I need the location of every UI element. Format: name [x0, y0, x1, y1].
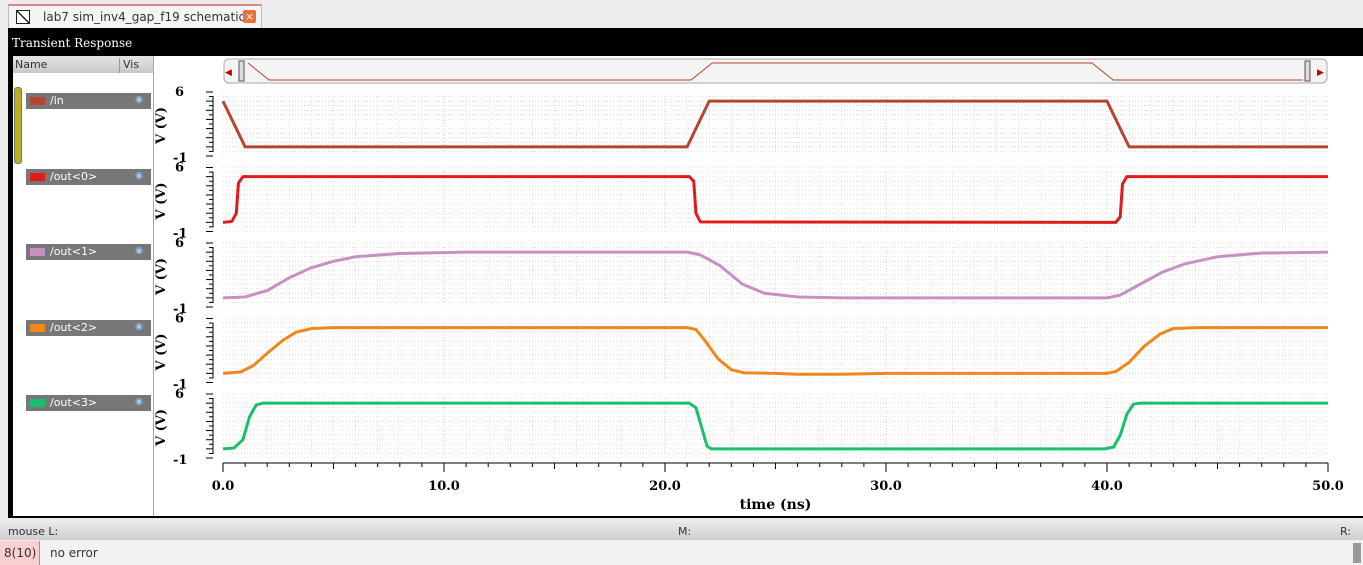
legend-signal-row[interactable]: /out<2> ◉: [26, 319, 151, 336]
visibility-eye-icon[interactable]: ◉: [135, 171, 143, 181]
visibility-eye-icon[interactable]: ◉: [135, 397, 143, 407]
x-axis-label: time (ns): [740, 497, 812, 513]
mouse-left-readout: mouse L:: [8, 525, 59, 538]
scroll-handle-left[interactable]: [238, 60, 245, 82]
signal-name: /out<3>: [50, 396, 98, 409]
scroll-right-arrow[interactable]: ▶: [1317, 68, 1324, 78]
y-tick-label: 6: [175, 312, 184, 327]
strip-scrollbar[interactable]: [14, 87, 22, 164]
window-title: Transient Response: [12, 36, 133, 50]
status-scroll-handle[interactable]: [1353, 543, 1361, 563]
message-bar: 8(10) no error: [0, 541, 1363, 565]
strip-2: 6-1V (V): [154, 236, 1329, 317]
y-tick-label: 6: [175, 387, 184, 402]
signal-name: /out<1>: [50, 245, 98, 258]
vis-column-header[interactable]: Vis: [119, 58, 139, 73]
x-tick-label: 50.0: [1312, 479, 1344, 494]
y-axis-label: V (V): [154, 258, 169, 296]
y-tick-label: 6: [175, 236, 184, 251]
signal-color-swatch: [30, 97, 45, 105]
x-tick-label: 30.0: [870, 479, 902, 494]
strip-1: 6-1V (V): [154, 161, 1328, 242]
scroll-handle-right[interactable]: [1304, 60, 1311, 82]
strip-4: 6 -1 V (V): [154, 387, 1328, 468]
waveform-plot[interactable]: ◀ ▶6-1V (V)6-1V (V)6-1V (V)6-1V (V)6-1V (…: [153, 56, 1363, 516]
visibility-eye-icon[interactable]: ◉: [135, 246, 143, 256]
status-message: no error: [50, 546, 98, 560]
legend-signal-row[interactable]: /in ◉: [26, 93, 151, 109]
legend-header: Name Vis: [13, 56, 153, 73]
x-tick-label: 10.0: [428, 479, 460, 494]
legend-signal-row[interactable]: /out<0> ◉: [26, 168, 151, 185]
signal-color-swatch: [30, 323, 45, 332]
y-axis-label: V (V): [154, 409, 169, 447]
command-counter: 8(10): [0, 541, 40, 565]
y-tick-label: 6: [175, 161, 184, 176]
visibility-eye-icon[interactable]: ◉: [135, 95, 143, 105]
y-axis-label: V (V): [154, 182, 169, 220]
x-tick-label: 0.0: [212, 479, 235, 494]
tab-bar: lab7 sim_inv4_gap_f19 schematic ×: [0, 0, 1363, 30]
mouse-middle-readout: M:: [678, 525, 692, 538]
signal-color-swatch: [30, 172, 45, 181]
legend-signal-row[interactable]: /out<3> ◉: [26, 395, 151, 411]
signal-legend-panel: Name Vis /in ◉/out<0> ◉/out<1> ◉/out<2> ◉/ou…: [13, 56, 154, 516]
scroll-left-arrow[interactable]: ◀: [225, 68, 232, 78]
legend-signal-row[interactable]: /out<1> ◉: [26, 244, 151, 260]
y-tick-label: 6: [175, 85, 184, 100]
signal-name: /out<0>: [50, 169, 98, 183]
strip-0: 6-1V (V): [154, 85, 1328, 166]
visibility-eye-icon[interactable]: ◉: [135, 322, 143, 332]
signal-color-swatch: [30, 399, 45, 407]
signal-name: /in: [50, 94, 64, 107]
close-tab-button[interactable]: ×: [243, 10, 256, 23]
mouse-right-readout: R:: [1340, 525, 1352, 538]
waveform-window-icon: [16, 10, 30, 24]
y-tick-label: -1: [173, 453, 187, 468]
signal-color-swatch: [30, 248, 45, 256]
strip-3: 6-1V (V): [154, 312, 1328, 393]
tab-schematic[interactable]: lab7 sim_inv4_gap_f19 schematic ×: [8, 4, 262, 30]
name-column-header[interactable]: Name: [15, 58, 47, 71]
y-axis-label: V (V): [154, 333, 169, 371]
signal-name: /out<2>: [50, 320, 98, 334]
mouse-status-bar: mouse L: M: R:: [0, 522, 1363, 540]
x-tick-label: 20.0: [649, 479, 681, 494]
tab-title: lab7 sim_inv4_gap_f19 schematic: [43, 10, 246, 24]
x-tick-label: 40.0: [1091, 479, 1123, 494]
y-axis-label: V (V): [154, 107, 169, 145]
